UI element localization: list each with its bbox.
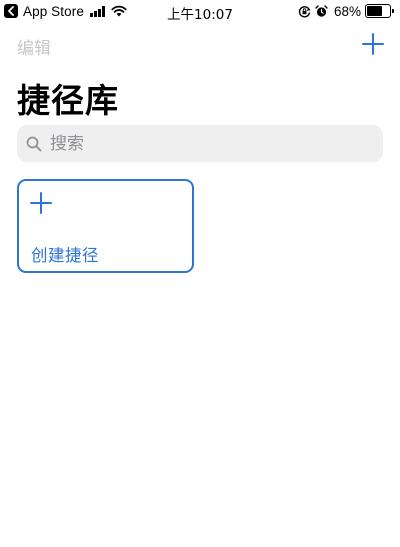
status-right: 68% xyxy=(294,3,394,19)
plus-icon xyxy=(30,192,52,214)
battery-icon xyxy=(365,4,394,18)
create-shortcut-card[interactable]: 创建捷径 xyxy=(17,179,194,273)
rotation-lock-icon xyxy=(298,5,311,18)
add-shortcut-button[interactable] xyxy=(362,33,384,55)
status-bar: App Store 上午10:07 68% xyxy=(0,0,400,23)
alarm-icon xyxy=(315,4,328,18)
create-shortcut-label: 创建捷径 xyxy=(31,246,99,265)
plus-icon xyxy=(362,33,384,55)
page-title: 捷径库 xyxy=(17,81,119,120)
edit-button[interactable]: 编辑 xyxy=(17,34,51,59)
battery-fill xyxy=(367,6,382,16)
search-icon xyxy=(26,136,42,152)
battery-percent: 68% xyxy=(333,3,361,19)
search-input[interactable] xyxy=(48,132,352,155)
search-bar[interactable] xyxy=(17,125,383,162)
